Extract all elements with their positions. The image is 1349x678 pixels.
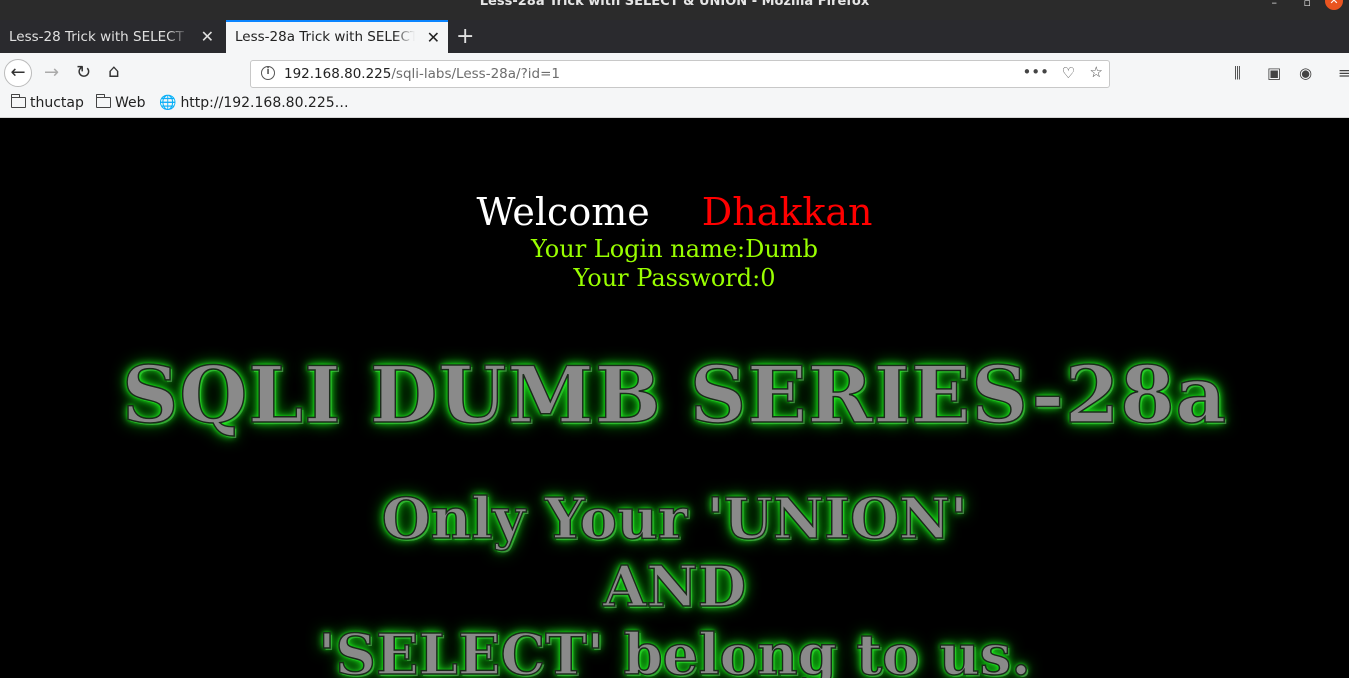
banner-line-union: Only Your 'UNION' xyxy=(381,485,968,553)
folder-icon xyxy=(95,94,111,108)
login-name-line: Your Login name:Dumb xyxy=(531,235,818,263)
menu-icon[interactable]: ≡ xyxy=(1338,64,1349,82)
user-name-display: Dhakkan xyxy=(701,190,873,234)
series-title-banner: SQLI DUMB SERIES-28a xyxy=(121,349,1228,442)
library-icon[interactable]: ⫼ xyxy=(1234,64,1241,82)
sidebar-icon[interactable]: ▣ xyxy=(1267,64,1281,82)
url-text[interactable]: 192.168.80.225/sqli-labs/Less-28a/?id=1 xyxy=(284,66,560,82)
password-line: Your Password:0 xyxy=(573,264,776,292)
address-bar[interactable]: i 192.168.80.225/sqli-labs/Less-28a/?id=… xyxy=(250,60,1110,88)
back-arrow-icon[interactable]: ← xyxy=(4,59,32,87)
window-title: Less-28a Trick with SELECT & UNION - Moz… xyxy=(479,0,870,9)
tab-less-28[interactable]: Less-28 Trick with SELECT & UNION ✕ xyxy=(0,20,222,53)
bookmark-web[interactable]: Web xyxy=(95,94,146,111)
bookmark-label: Web xyxy=(115,95,146,111)
folder-icon xyxy=(10,94,26,108)
bookmark-label: http://192.168.80.225… xyxy=(180,95,349,111)
window-titlebar: Less-28a Trick with SELECT & UNION - Moz… xyxy=(0,0,1349,20)
navigation-toolbar: ← → ↻ ⌂ i 192.168.80.225/sqli-labs/Less-… xyxy=(0,53,1349,92)
tab-label: Less-28a Trick with SELECT & UNION xyxy=(235,29,415,45)
new-tab-icon[interactable]: + xyxy=(456,20,474,53)
tab-close-icon[interactable]: ✕ xyxy=(201,20,214,53)
bookmarks-toolbar: thuctap Web 🌐 http://192.168.80.225… xyxy=(0,92,1349,118)
site-info-icon[interactable]: i xyxy=(261,66,275,80)
banner-line-and: AND xyxy=(602,553,747,621)
bookmark-thuctap[interactable]: thuctap xyxy=(10,94,84,111)
home-icon[interactable]: ⌂ xyxy=(108,62,119,82)
forward-arrow-icon[interactable]: → xyxy=(44,63,59,83)
maximize-icon[interactable]: ▫ xyxy=(1304,0,1311,9)
page-actions-icon[interactable]: ••• xyxy=(1022,63,1049,81)
tab-strip: Less-28 Trick with SELECT & UNION ✕ Less… xyxy=(0,20,1349,53)
globe-icon: 🌐 xyxy=(159,95,177,111)
bookmark-star-icon[interactable]: ☆ xyxy=(1090,63,1103,81)
bookmark-label: thuctap xyxy=(30,95,84,111)
tab-label: Less-28 Trick with SELECT & UNION xyxy=(9,29,189,45)
bookmark-ip[interactable]: 🌐 http://192.168.80.225… xyxy=(159,95,349,111)
url-path: /sqli-labs/Less-28a/?id=1 xyxy=(391,66,560,82)
banner-line-select: 'SELECT' belong to us. xyxy=(318,621,1032,678)
reload-icon[interactable]: ↻ xyxy=(76,63,91,83)
minimize-icon[interactable]: – xyxy=(1272,0,1278,9)
pocket-icon[interactable]: ♡ xyxy=(1062,64,1075,82)
url-host: 192.168.80.225 xyxy=(284,66,392,82)
welcome-heading: Welcome Dhakkan xyxy=(0,190,1349,234)
welcome-text: Welcome xyxy=(476,190,650,234)
page-content: Welcome Dhakkan Your Login name:Dumb Your… xyxy=(0,118,1349,678)
tab-close-icon[interactable]: ✕ xyxy=(427,22,440,53)
tab-less-28a[interactable]: Less-28a Trick with SELECT & UNION ✕ xyxy=(226,20,448,53)
account-icon[interactable]: ◉ xyxy=(1299,64,1312,82)
